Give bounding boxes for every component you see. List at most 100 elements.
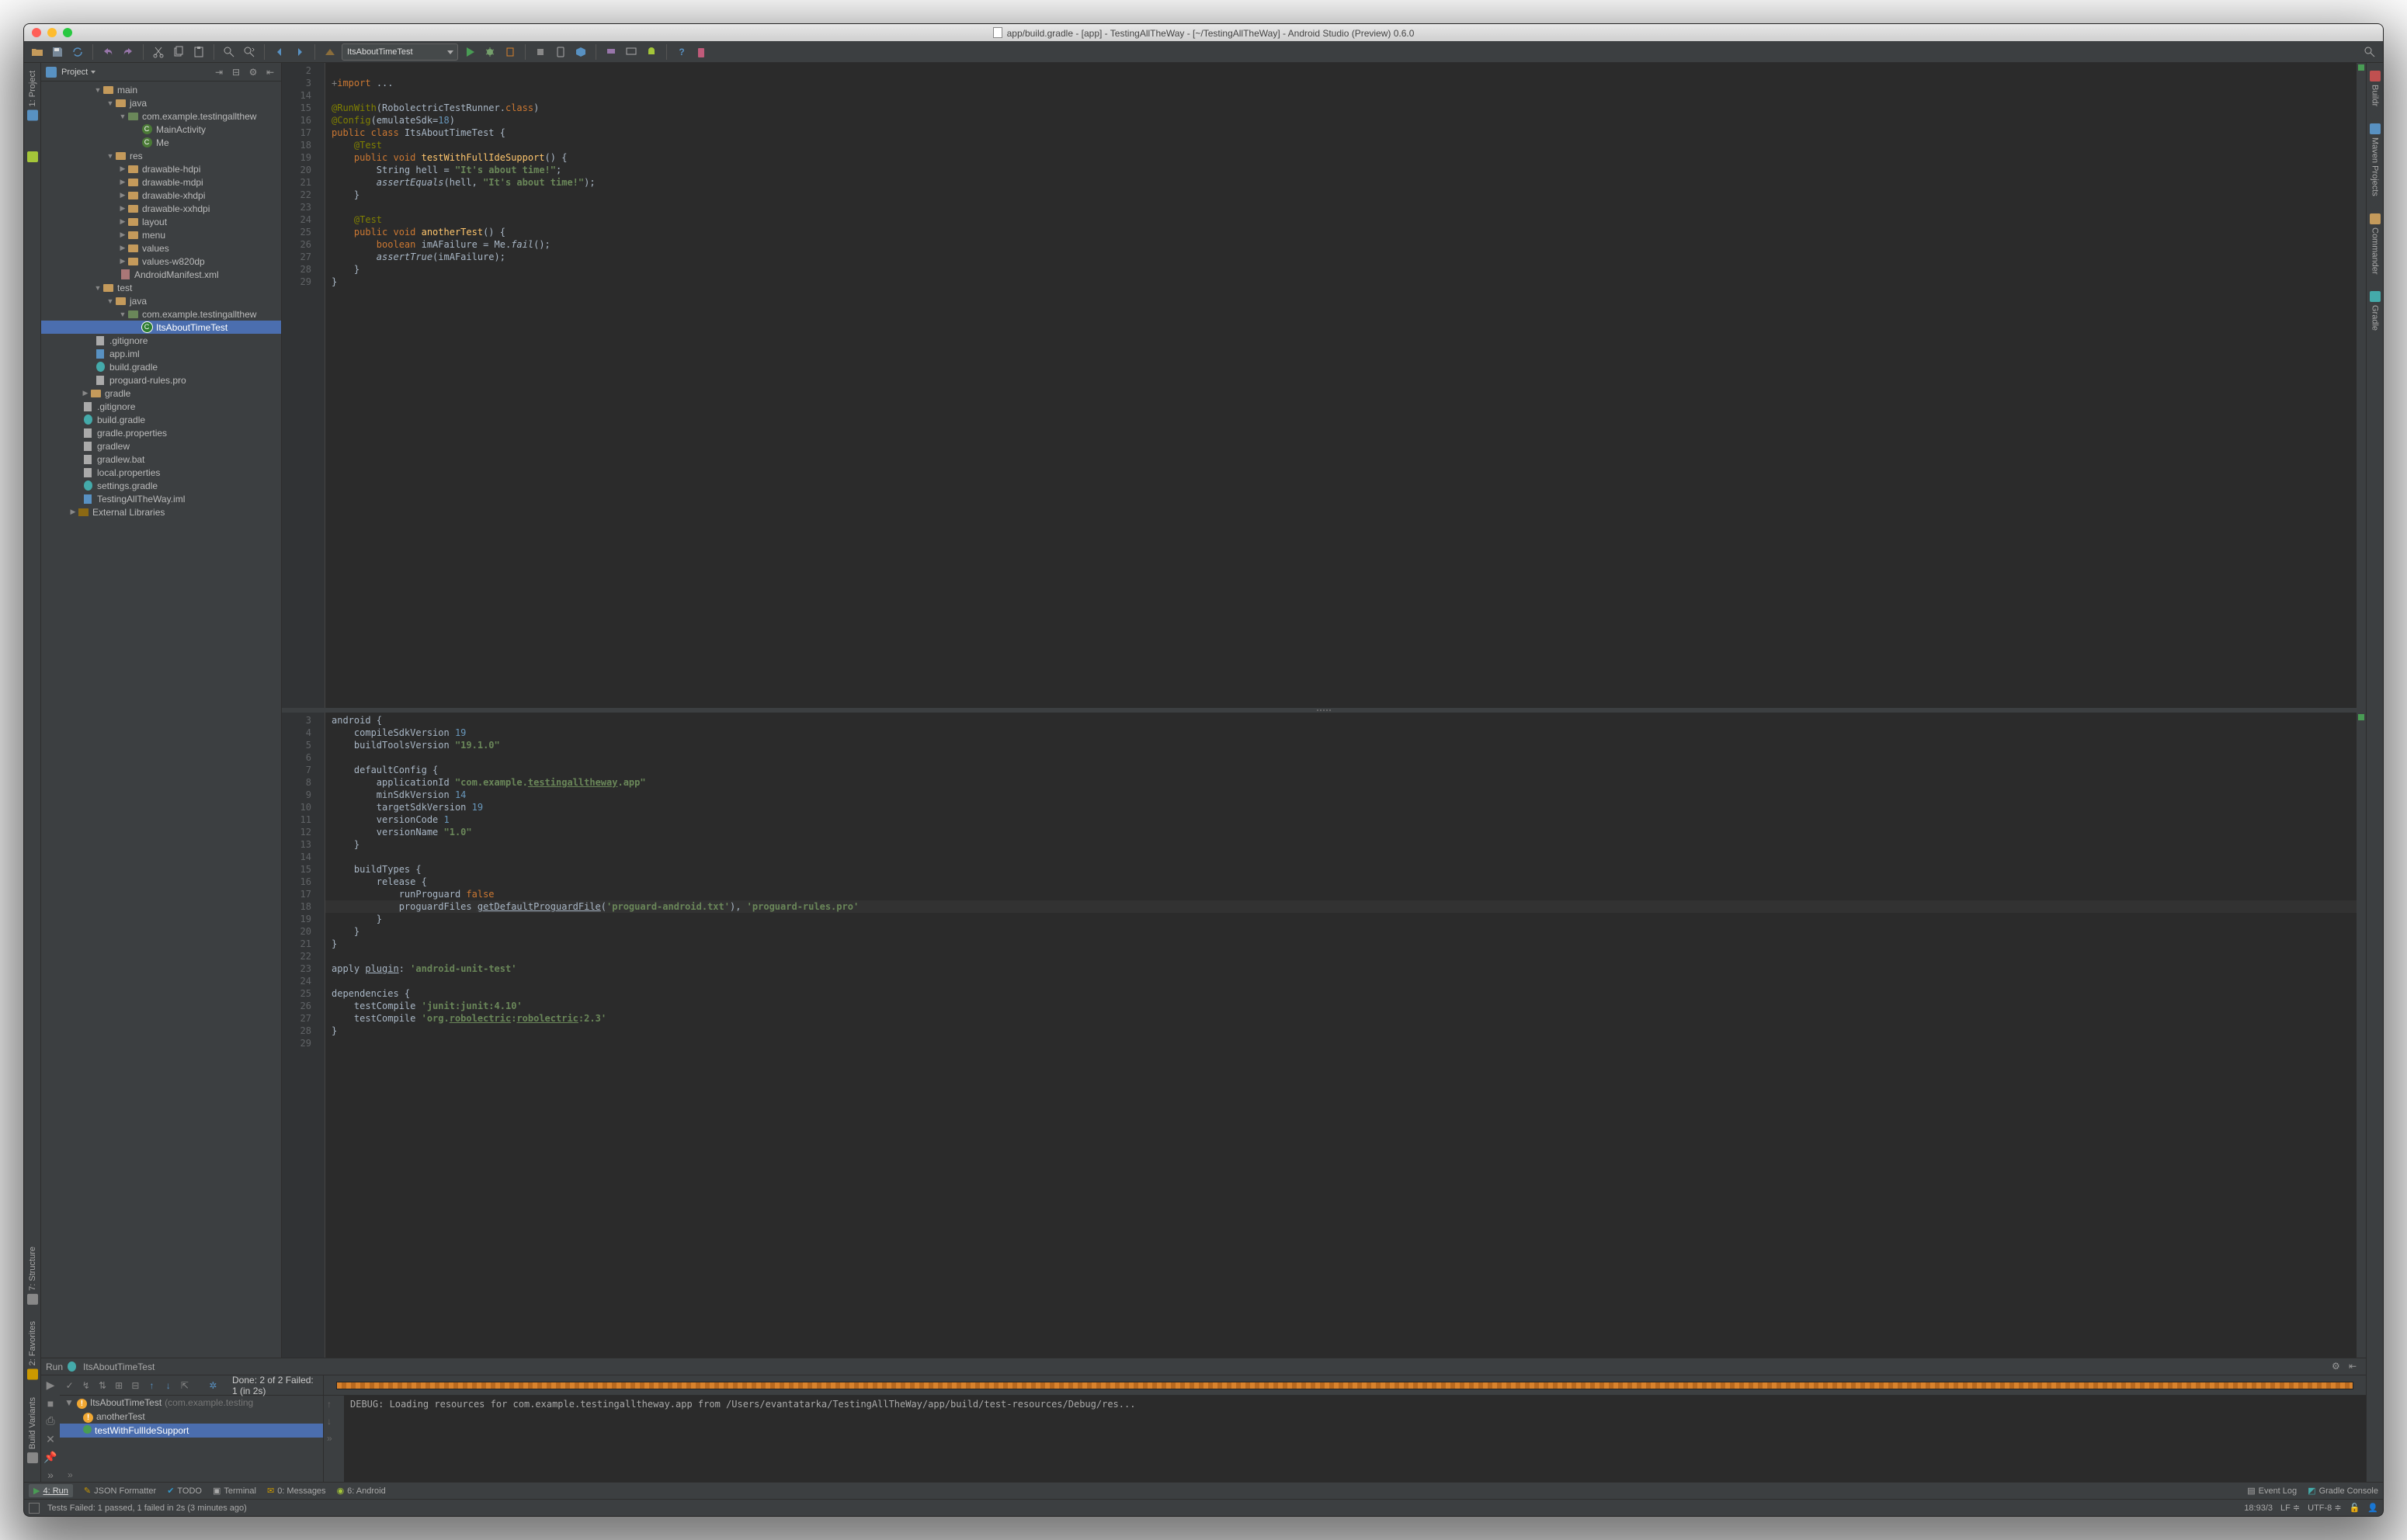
status-square-icon[interactable] (29, 1503, 40, 1514)
traffic-zoom[interactable] (63, 28, 72, 37)
test-tree[interactable]: ▼ItsAboutTimeTest (com.example.testing a… (60, 1396, 323, 1468)
folder-icon (114, 296, 127, 307)
traffic-minimize[interactable] (47, 28, 57, 37)
folder-icon (127, 190, 139, 201)
search-everywhere-icon[interactable] (2361, 43, 2378, 61)
help-icon[interactable]: ? (673, 43, 690, 61)
more-tests-icon[interactable]: » (60, 1468, 323, 1482)
monitor-icon[interactable] (623, 43, 640, 61)
tool-android[interactable]: ◉ 6: Android (337, 1486, 386, 1496)
undo-icon[interactable] (99, 43, 116, 61)
tool-json[interactable]: ✎ JSON Formatter (84, 1486, 156, 1496)
tool-gradle[interactable]: Gradle (2370, 288, 2381, 334)
down-icon[interactable]: ↓ (327, 1416, 341, 1430)
gear-icon[interactable]: ⚙ (247, 66, 259, 78)
project-tree[interactable]: ▼main ▼java ▼com.example.testingallthew … (41, 82, 281, 1358)
dump-icon[interactable]: ⎙ (43, 1414, 57, 1427)
replace-icon[interactable] (241, 43, 258, 61)
scroll-from-icon[interactable]: ⇥ (213, 66, 225, 78)
run-icon[interactable] (461, 43, 478, 61)
paste-icon[interactable] (190, 43, 207, 61)
gear-icon[interactable]: ⚙ (2332, 1361, 2344, 1373)
fold-gutter[interactable] (316, 713, 325, 1358)
project-view-combo[interactable]: Project (61, 68, 96, 77)
sdk-icon[interactable] (572, 43, 589, 61)
status-lf[interactable]: LF ≑ (2280, 1503, 2300, 1513)
debug-icon[interactable] (481, 43, 498, 61)
tool-todo[interactable]: ✔ TODO (167, 1486, 202, 1496)
editor-bottom-code[interactable]: android { compileSdkVersion 19 buildTool… (325, 713, 2357, 1358)
hector-icon[interactable]: 👤 (2367, 1503, 2378, 1513)
tool-project[interactable]: 1: Project (27, 68, 38, 123)
prev-icon[interactable]: ↑ (147, 1379, 157, 1393)
close-icon[interactable]: ✕ (43, 1433, 57, 1446)
tool-run[interactable]: ▶ 4: Run (29, 1484, 73, 1497)
run-config-combo[interactable]: ItsAboutTimeTest (342, 43, 458, 61)
next-icon[interactable]: ↓ (163, 1379, 173, 1393)
ddms-icon[interactable] (603, 43, 620, 61)
save-icon[interactable] (49, 43, 66, 61)
tool-terminal[interactable]: ▣ Terminal (213, 1486, 256, 1496)
android-stripe-icon[interactable] (27, 151, 38, 162)
forward-icon[interactable] (291, 43, 308, 61)
make-icon[interactable] (321, 43, 339, 61)
wheel-icon[interactable]: ✲ (208, 1379, 218, 1393)
stop-icon[interactable]: ■ (43, 1396, 57, 1410)
fold-gutter[interactable] (316, 63, 325, 708)
editor-top-code[interactable]: +import ... @RunWith(RobolectricTestRunn… (325, 63, 2357, 708)
fail-filter-icon[interactable]: ↯ (81, 1379, 91, 1393)
tool-buildr[interactable]: Buildr (2370, 68, 2381, 109)
pin-icon[interactable]: 📌 (43, 1451, 57, 1464)
tool-build-variants[interactable]: Build Variants (27, 1394, 38, 1466)
hide-icon[interactable]: ⇤ (2349, 1361, 2361, 1373)
error-stripe[interactable] (2357, 713, 2366, 1358)
collapse-icon[interactable]: ⊟ (130, 1379, 141, 1393)
sort-icon[interactable]: ⇅ (97, 1379, 107, 1393)
gradle-icon (82, 414, 94, 425)
tool-messages[interactable]: ✉ 0: Messages (267, 1486, 326, 1496)
copy-icon[interactable] (170, 43, 187, 61)
open-icon[interactable] (29, 43, 46, 61)
back-icon[interactable] (271, 43, 288, 61)
tool-commander[interactable]: Commander (2370, 210, 2381, 278)
console-toolbar: ↑ ↓ » (324, 1396, 344, 1482)
tool-eventlog[interactable]: ▤ Event Log (2247, 1486, 2297, 1496)
redo-icon[interactable] (120, 43, 137, 61)
hide-icon[interactable]: ⇤ (264, 66, 276, 78)
tool-structure[interactable]: 7: Structure (27, 1243, 38, 1308)
lib-icon (77, 507, 89, 518)
export-icon[interactable]: ⇱ (179, 1379, 189, 1393)
cut-icon[interactable] (150, 43, 167, 61)
lock-icon[interactable]: 🔓 (2350, 1503, 2360, 1513)
more-icon[interactable]: » (327, 1433, 341, 1447)
status-msg: Tests Failed: 1 passed, 1 failed in 2s (… (47, 1504, 247, 1513)
tree-item-selected[interactable]: ItsAboutTimeTest (41, 321, 281, 334)
avd-icon[interactable] (552, 43, 569, 61)
pass-icon (83, 1425, 92, 1436)
android-icon[interactable] (643, 43, 660, 61)
test-progress-bar (336, 1382, 2353, 1389)
collapse-icon[interactable]: ⊟ (230, 66, 242, 78)
error-stripe[interactable] (2357, 63, 2366, 708)
status-enc[interactable]: UTF-8 ≑ (2308, 1503, 2341, 1513)
pass-filter-icon[interactable]: ✓ (64, 1379, 75, 1393)
up-icon[interactable]: ↑ (327, 1399, 341, 1413)
test-row-selected[interactable]: testWithFullIdeSupport (60, 1424, 323, 1438)
feedback-icon[interactable] (693, 43, 710, 61)
gradle-stripe-icon (2370, 291, 2381, 302)
find-icon[interactable] (221, 43, 238, 61)
more-icon[interactable]: » (43, 1469, 57, 1482)
tool-favorites[interactable]: 2: Favorites (27, 1318, 38, 1382)
console-output[interactable]: DEBUG: Loading resources for com.example… (344, 1396, 2366, 1482)
editor-top[interactable]: 2 3 14 15 16 17 18 19 20 21 22 23 24 25 … (282, 63, 2366, 708)
attach-icon[interactable] (502, 43, 519, 61)
stop-icon[interactable] (532, 43, 549, 61)
tool-maven[interactable]: Maven Projects (2370, 120, 2381, 199)
editor-bottom[interactable]: 3 4 5 6 7 8 9 10 11 12 13 14 15 16 17 18… (282, 713, 2366, 1358)
rerun-icon[interactable]: ▶ (43, 1379, 57, 1392)
project-panel: Project ⇥ ⊟ ⚙ ⇤ ▼main ▼java ▼com.example… (41, 63, 282, 1358)
tool-gradle-console[interactable]: ◩ Gradle Console (2308, 1486, 2378, 1496)
traffic-close[interactable] (32, 28, 41, 37)
expand-icon[interactable]: ⊞ (114, 1379, 124, 1393)
sync-icon[interactable] (69, 43, 86, 61)
